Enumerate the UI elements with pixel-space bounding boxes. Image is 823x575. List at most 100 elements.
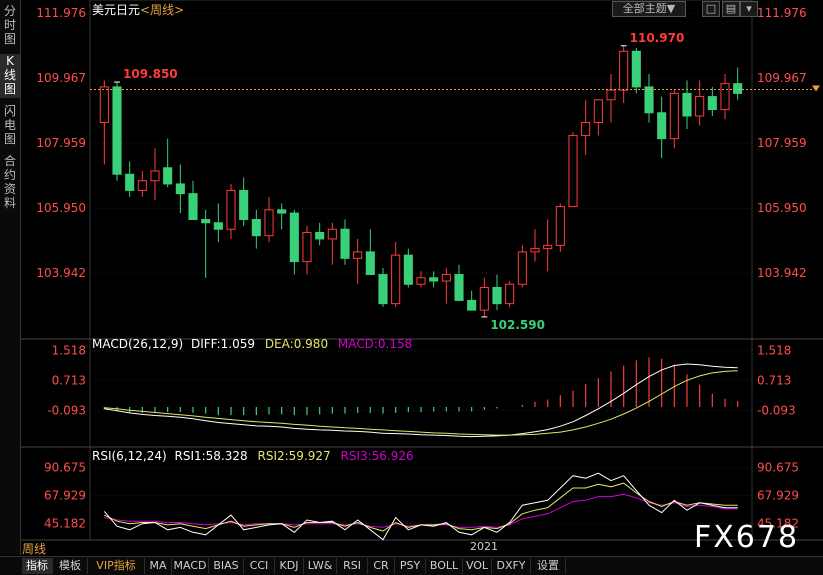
candle-body bbox=[568, 134, 578, 208]
theme-select[interactable]: 全部主题▼ bbox=[612, 1, 686, 17]
candle-body bbox=[277, 209, 287, 214]
chart-canvas[interactable]: 111.976 111.976 109.967 109.967 107.959 107.9… bbox=[0, 0, 823, 556]
candle-body bbox=[264, 209, 274, 237]
candle-body bbox=[112, 86, 122, 175]
rsi-ytick-right: 90.675 bbox=[757, 460, 799, 474]
candle-body bbox=[137, 180, 147, 191]
indicator-bar: 指标 模板 VIP指标 MA MACD BIAS CCI KDJ LW& RSI CR PSY BOLL… bbox=[0, 556, 823, 575]
indicator-tab-6[interactable]: CCI bbox=[244, 558, 275, 574]
chart-title: 美元日元<周线> bbox=[92, 3, 184, 17]
chart-title-period: <周线> bbox=[140, 3, 184, 17]
candle-body bbox=[226, 189, 236, 230]
macd-legend: MACD(26,12,9) DIFF:1.059 DEA:0.980 MACD:… bbox=[92, 337, 412, 351]
rsi-legend: RSI(6,12,24) RSI1:58.328 RSI2:59.927 RSI… bbox=[92, 449, 414, 463]
indicator-tab-1[interactable]: 模板 bbox=[53, 558, 88, 574]
rsi1-label: RSI1:58.328 bbox=[175, 449, 248, 463]
indicator-tab-4[interactable]: MACD bbox=[172, 558, 209, 574]
candle-body bbox=[391, 254, 401, 305]
candle-body bbox=[467, 299, 477, 311]
indicator-tab-7[interactable]: KDJ bbox=[275, 558, 304, 574]
candle-body bbox=[707, 96, 717, 111]
rsi3-line bbox=[104, 493, 738, 528]
indicator-tab-11[interactable]: PSY bbox=[395, 558, 426, 574]
candle-body bbox=[289, 212, 299, 263]
candle-body bbox=[213, 222, 223, 230]
indicator-tab-8[interactable]: LW& bbox=[304, 558, 337, 574]
extreme-label: 110.970 bbox=[630, 31, 685, 45]
window-icon[interactable]: □ bbox=[702, 1, 720, 17]
candle-body bbox=[353, 251, 363, 259]
period-tag: 周线 bbox=[22, 542, 47, 556]
candle-body bbox=[479, 286, 489, 311]
candle-body bbox=[695, 96, 705, 117]
layout-icon[interactable]: ▤ bbox=[722, 1, 740, 17]
indicator-tab-14[interactable]: DXFY bbox=[492, 558, 531, 574]
indicator-tab-5[interactable]: BIAS bbox=[209, 558, 244, 574]
extreme-label: 102.590 bbox=[490, 318, 545, 332]
candle-body bbox=[416, 277, 426, 285]
indicator-tab-10[interactable]: CR bbox=[368, 558, 395, 574]
candle-body bbox=[125, 173, 135, 191]
indicator-tab-3[interactable]: MA bbox=[145, 558, 172, 574]
macd-macd-label: MACD:0.158 bbox=[338, 337, 412, 351]
indicator-tab-0[interactable]: 指标 bbox=[22, 558, 53, 574]
candle-body bbox=[619, 50, 629, 91]
macd-ytick-left: 0.713 bbox=[52, 374, 86, 388]
main-ytick-right: 109.967 bbox=[757, 71, 807, 85]
candle-body bbox=[441, 274, 451, 282]
macd-ytick-right: 0.713 bbox=[757, 374, 791, 388]
candle-body bbox=[492, 286, 502, 305]
candle-body bbox=[251, 219, 261, 237]
main-ytick-left: 109.967 bbox=[36, 71, 86, 85]
candle-body bbox=[530, 248, 540, 253]
candle-body bbox=[239, 189, 249, 221]
candle-body bbox=[302, 231, 312, 263]
candle-body bbox=[733, 83, 743, 94]
main-ytick-left: 111.976 bbox=[36, 6, 86, 20]
indicator-tab-13[interactable]: VOL bbox=[463, 558, 492, 574]
candle-body bbox=[163, 167, 173, 185]
main-ytick-left: 103.942 bbox=[36, 266, 86, 280]
candle-body bbox=[150, 170, 160, 182]
candle-body bbox=[201, 219, 211, 224]
macd-ytick-left: 1.518 bbox=[52, 344, 86, 358]
current-price-marker bbox=[812, 85, 820, 92]
candle-body bbox=[365, 251, 375, 276]
indicator-tab-2[interactable]: VIP指标 bbox=[88, 558, 145, 574]
year-axis-label: 2021 bbox=[470, 540, 498, 553]
candle-body bbox=[682, 92, 692, 117]
candle-body bbox=[593, 99, 603, 123]
macd-params: MACD(26,12,9) bbox=[92, 337, 183, 351]
macd-dea-label: DEA:0.980 bbox=[265, 337, 328, 351]
macd-ytick-left: -0.093 bbox=[47, 403, 86, 417]
extreme-label: 109.850 bbox=[123, 67, 178, 81]
rsi-params: RSI(6,12,24) bbox=[92, 449, 167, 463]
candle-body bbox=[454, 274, 464, 301]
dropdown-icon[interactable]: ▾ bbox=[740, 1, 758, 17]
candle-body bbox=[555, 206, 565, 246]
candle-body bbox=[340, 228, 350, 259]
main-ytick-right: 105.950 bbox=[757, 201, 807, 215]
indicator-tab-12[interactable]: BOLL bbox=[426, 558, 463, 574]
indicator-tab-15[interactable]: 设置 bbox=[531, 558, 566, 574]
macd-ytick-right: -0.093 bbox=[757, 403, 796, 417]
candle-body bbox=[315, 231, 325, 240]
watermark: FX678 bbox=[694, 520, 800, 555]
macd-dif-label: DIFF:1.059 bbox=[191, 337, 255, 351]
candle-body bbox=[517, 251, 527, 285]
candle-body bbox=[188, 193, 198, 221]
indicator-tab-9[interactable]: RSI bbox=[337, 558, 368, 574]
candle-body bbox=[606, 89, 616, 101]
candle-body bbox=[581, 121, 591, 136]
candle-body bbox=[669, 92, 679, 140]
macd-dif-line bbox=[104, 363, 738, 438]
candle-body bbox=[378, 274, 388, 305]
rsi-ytick-right: 67.929 bbox=[757, 488, 799, 502]
candle-body bbox=[543, 244, 553, 250]
main-ytick-left: 107.959 bbox=[36, 136, 86, 150]
chart-title-symbol: 美元日元 bbox=[92, 3, 140, 17]
candle-body bbox=[327, 228, 337, 240]
main-ytick-left: 105.950 bbox=[36, 201, 86, 215]
candle-body bbox=[403, 254, 413, 285]
rsi1-line bbox=[103, 472, 738, 541]
